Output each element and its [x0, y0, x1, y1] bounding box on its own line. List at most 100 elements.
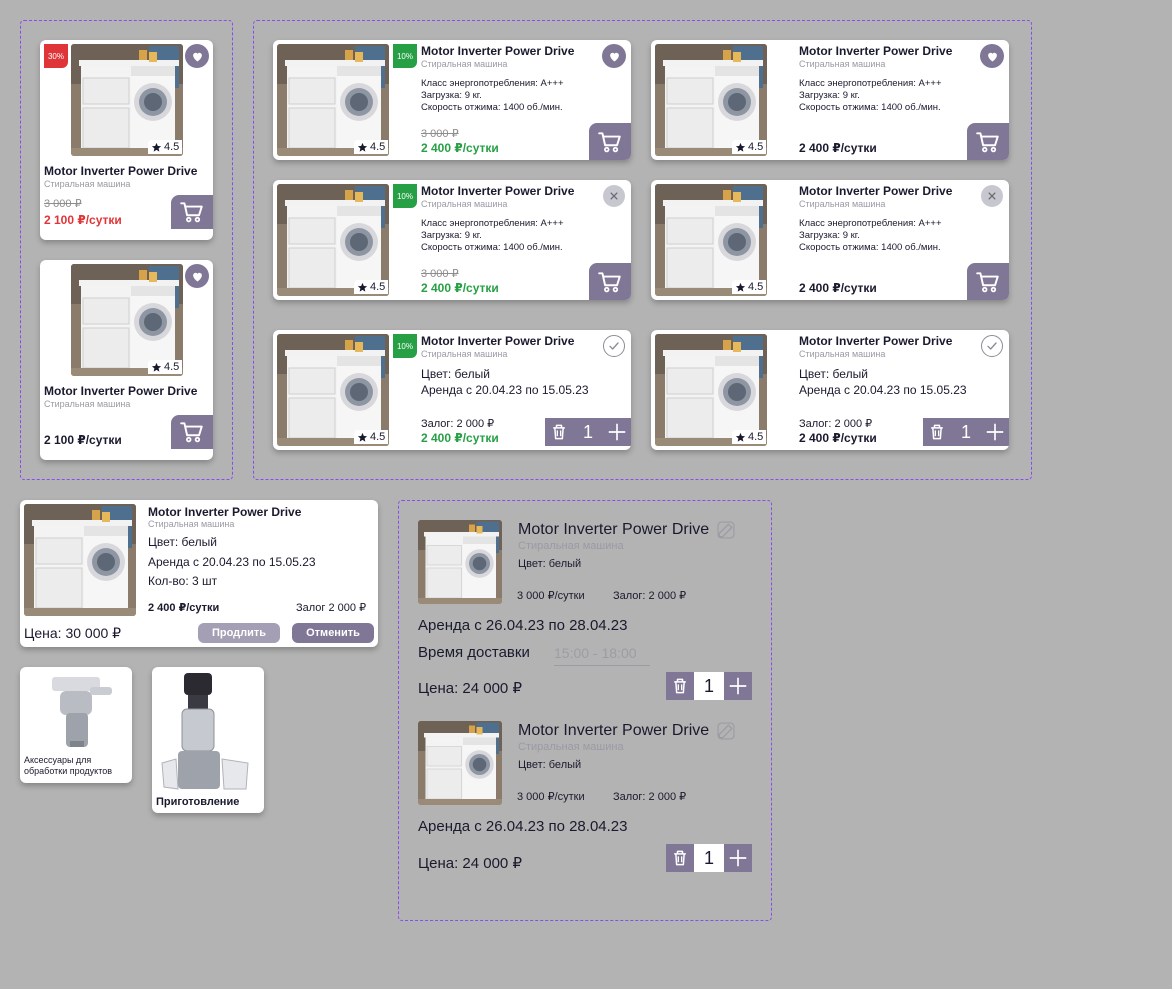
product-card-vertical[interactable]: 4.5 Motor Inverter Power Drive Стиральна… — [40, 260, 213, 460]
old-price: 3 000 ₽ — [44, 198, 82, 210]
add-to-cart-button[interactable] — [967, 263, 1009, 300]
discount-badge: 10% — [393, 184, 417, 208]
price: 2 400 ₽/сутки — [421, 431, 499, 445]
product-title[interactable]: Motor Inverter Power Drive — [799, 44, 952, 58]
quantity-value: 1 — [694, 844, 724, 872]
star-icon — [735, 282, 746, 293]
product-title[interactable]: Motor Inverter Power Drive — [421, 184, 574, 198]
product-title[interactable]: Motor Inverter Power Drive — [44, 164, 197, 178]
trash-icon — [670, 848, 690, 868]
quantity-stepper[interactable]: 1 — [666, 844, 752, 872]
cart-item-price: 3 000 ₽/сутки — [517, 791, 585, 803]
product-card-horizontal[interactable]: 4.5 10% Motor Inverter Power Drive Стира… — [273, 40, 631, 160]
spec-energy: Класс энергопотребления: А+++ — [421, 218, 564, 229]
quantity-stepper[interactable]: 1 — [923, 418, 1009, 446]
remove-item-button[interactable] — [666, 844, 694, 872]
product-card-horizontal[interactable]: 4.5 Motor Inverter Power Drive Стиральна… — [651, 180, 1009, 300]
edit-icon — [716, 520, 736, 540]
cart-icon — [179, 199, 205, 225]
order-title[interactable]: Motor Inverter Power Drive — [148, 505, 301, 519]
quantity-value: 1 — [960, 421, 971, 442]
increment-button[interactable] — [603, 418, 631, 446]
edit-button[interactable] — [716, 721, 736, 741]
product-subtitle: Стиральная машина — [421, 199, 508, 209]
order-deposit: Залог 2 000 ₽ — [296, 602, 367, 614]
rating-value: 4.5 — [370, 281, 386, 293]
discount-badge: 10% — [393, 44, 417, 68]
deposit: Залог: 2 000 ₽ — [799, 418, 873, 430]
rent-color: Цвет: белый — [421, 367, 490, 381]
extend-button[interactable]: Продлить — [198, 623, 280, 643]
increment-button[interactable] — [724, 672, 752, 700]
rent-color: Цвет: белый — [799, 367, 868, 381]
cart-icon — [179, 419, 205, 445]
favorite-button[interactable] — [185, 264, 209, 288]
cancel-button[interactable]: Отменить — [292, 623, 374, 643]
remove-item-button[interactable] — [545, 418, 573, 446]
rent-period: Аренда с 20.04.23 по 15.05.23 — [421, 383, 589, 397]
product-title[interactable]: Motor Inverter Power Drive — [421, 334, 574, 348]
category-tile-cooking[interactable]: Приготовление — [152, 667, 264, 813]
juicer-image — [161, 673, 249, 790]
cart-icon — [597, 129, 623, 155]
heart-icon — [985, 49, 1000, 64]
price: 2 100 ₽/сутки — [44, 433, 122, 447]
order-card[interactable]: Motor Inverter Power Drive Стиральная ма… — [20, 500, 378, 647]
remove-button[interactable] — [603, 185, 625, 207]
cart-item-period: Аренда с 26.04.23 по 28.04.23 — [418, 818, 628, 835]
price: 2 400 ₽/сутки — [421, 281, 499, 295]
cart-item-color: Цвет: белый — [518, 759, 582, 771]
trash-icon — [549, 422, 569, 442]
favorite-button[interactable] — [185, 44, 209, 68]
add-to-cart-button[interactable] — [589, 263, 631, 300]
selected-indicator[interactable] — [603, 335, 625, 357]
increment-button[interactable] — [724, 844, 752, 872]
cart-item-total: Цена: 24 000 ₽ — [418, 855, 522, 872]
add-to-cart-button[interactable] — [967, 123, 1009, 160]
product-card-in-cart[interactable]: 4.5 10% Motor Inverter Power Drive Стира… — [273, 330, 631, 450]
favorite-button[interactable] — [602, 44, 626, 68]
product-title[interactable]: Motor Inverter Power Drive — [421, 44, 574, 58]
product-title[interactable]: Motor Inverter Power Drive — [44, 384, 197, 398]
edit-button[interactable] — [716, 520, 736, 540]
category-tile-accessories[interactable]: Аксессуары для обработки продуктов — [20, 667, 132, 783]
selected-indicator[interactable] — [981, 335, 1003, 357]
spec-load: Загрузка: 9 кг. — [799, 90, 860, 101]
plus-icon — [727, 675, 749, 697]
remove-item-button[interactable] — [666, 672, 694, 700]
product-card-vertical[interactable]: 30% 4.5 Motor Inverter Power Drive Стира… — [40, 40, 213, 240]
cart-item-deposit: Залог: 2 000 ₽ — [613, 590, 687, 602]
product-card-horizontal[interactable]: 4.5 10% Motor Inverter Power Drive Стира… — [273, 180, 631, 300]
rating-value: 4.5 — [748, 281, 764, 293]
trash-icon — [927, 422, 947, 442]
cart-item-image — [418, 520, 502, 604]
remove-button[interactable] — [981, 185, 1003, 207]
product-title[interactable]: Motor Inverter Power Drive — [799, 184, 952, 198]
remove-item-button[interactable] — [923, 418, 951, 446]
cart-item-price: 3 000 ₽/сутки — [517, 590, 585, 602]
product-card-horizontal[interactable]: 4.5 Motor Inverter Power Drive Стиральна… — [651, 40, 1009, 160]
product-title[interactable]: Motor Inverter Power Drive — [799, 334, 952, 348]
heart-icon — [190, 49, 205, 64]
price: 2 400 ₽/сутки — [421, 141, 499, 155]
cart-item-title[interactable]: Motor Inverter Power Drive — [518, 722, 709, 740]
add-to-cart-button[interactable] — [171, 415, 213, 449]
old-price: 3 000 ₽ — [421, 268, 459, 280]
cart-item-title[interactable]: Motor Inverter Power Drive — [518, 521, 709, 539]
star-icon — [357, 432, 368, 443]
rating: 4.5 — [732, 430, 767, 444]
price: 2 400 ₽/сутки — [799, 431, 877, 445]
increment-button[interactable] — [981, 418, 1009, 446]
quantity-stepper[interactable]: 1 — [545, 418, 631, 446]
price: 2 100 ₽/сутки — [44, 213, 122, 227]
favorite-button[interactable] — [980, 44, 1004, 68]
delivery-time-field[interactable]: 15:00 - 18:00 — [554, 641, 650, 666]
quantity-stepper[interactable]: 1 — [666, 672, 752, 700]
heart-icon — [190, 269, 205, 284]
product-card-in-cart[interactable]: 4.5 Motor Inverter Power Drive Стиральна… — [651, 330, 1009, 450]
add-to-cart-button[interactable] — [589, 123, 631, 160]
quantity-value: 1 — [694, 672, 724, 700]
rating: 4.5 — [354, 430, 389, 444]
add-to-cart-button[interactable] — [171, 195, 213, 229]
star-icon — [357, 142, 368, 153]
